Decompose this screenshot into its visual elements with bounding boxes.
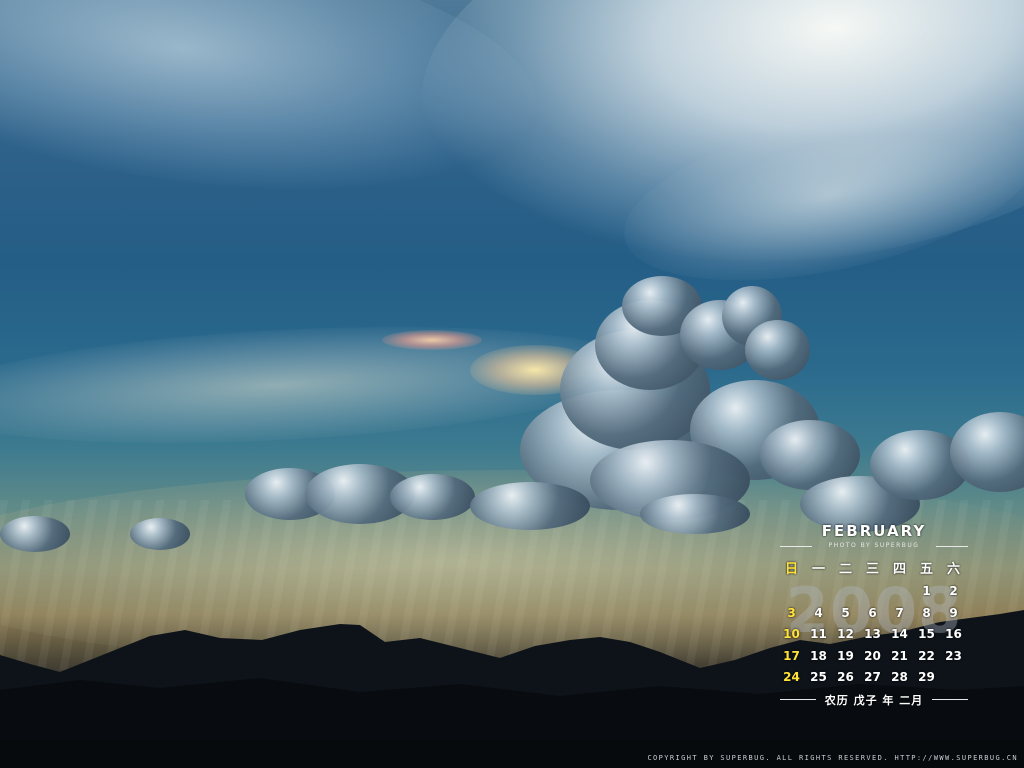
calendar-day: 12 — [837, 627, 854, 641]
calendar-day: 22 — [918, 648, 935, 663]
calendar-day: 5 — [841, 605, 850, 620]
calendar-empty-cell — [886, 584, 913, 606]
calendar-day: 6 — [868, 605, 877, 620]
photo-credit: PHOTO BY SUPERBUG — [772, 542, 976, 552]
calendar-widget: 2008 FEBRUARY PHOTO BY SUPERBUG 日一二三四五六 … — [772, 518, 976, 718]
calendar-day: 18 — [810, 648, 827, 663]
divider — [936, 546, 968, 547]
calendar-empty-cell — [940, 670, 967, 692]
weekday-label: 二 — [838, 562, 852, 577]
calendar-empty-cell — [859, 584, 886, 606]
calendar-empty-cell — [778, 584, 805, 606]
calendar-day: 17 — [783, 648, 800, 663]
calendar-day: 13 — [864, 627, 881, 641]
weekday-label: 六 — [946, 562, 960, 577]
calendar-day: 11 — [810, 627, 827, 641]
calendar-day: 24 — [783, 670, 800, 684]
calendar-day: 3 — [787, 605, 796, 620]
calendar-day: 2 — [949, 584, 958, 598]
calendar-day: 9 — [949, 605, 958, 620]
weekday-label: 四 — [892, 562, 906, 577]
divider — [932, 699, 968, 700]
lunar-date-text: 农历 戊子 年 二月 — [824, 694, 924, 707]
weekday-label: 三 — [865, 562, 879, 577]
calendar-day: 15 — [918, 627, 935, 641]
copyright-notice: COPYRIGHT BY SUPERBUG. ALL RIGHTS RESERV… — [647, 754, 1018, 762]
calendar-day: 27 — [864, 670, 881, 684]
calendar-day: 1 — [922, 584, 931, 598]
iridescent-cloud — [382, 330, 482, 350]
calendar-day: 26 — [837, 670, 854, 684]
calendar-day: 14 — [891, 627, 908, 641]
calendar-month: FEBRUARY — [821, 522, 927, 540]
calendar-day: 19 — [837, 648, 854, 663]
calendar-day: 20 — [864, 648, 881, 663]
calendar-empty-cell — [832, 584, 859, 606]
weekday-label: 五 — [919, 562, 933, 577]
weekday-label: 一 — [811, 562, 825, 577]
calendar-empty-cell — [805, 584, 832, 606]
weekday-label: 日 — [784, 562, 798, 577]
calendar-day: 25 — [810, 670, 827, 684]
calendar-day: 16 — [945, 627, 962, 641]
calendar-day: 21 — [891, 648, 908, 663]
lunar-date: 农历 戊子 年 二月 — [772, 692, 976, 707]
calendar-day: 28 — [891, 670, 908, 684]
weekday-header: 日一二三四五六 — [778, 558, 970, 577]
calendar-day: 10 — [783, 627, 800, 641]
calendar-day: 4 — [814, 605, 823, 620]
calendar-days: 1 2 3 4 5 6 7 8 9 10 11 12 13 14 15 16 17 18 19 20 21 22 23 24 2… — [778, 584, 970, 692]
calendar-day: 8 — [922, 605, 931, 620]
calendar-day: 23 — [945, 648, 962, 663]
calendar-day: 7 — [895, 605, 904, 620]
calendar-day: 29 — [918, 670, 935, 684]
